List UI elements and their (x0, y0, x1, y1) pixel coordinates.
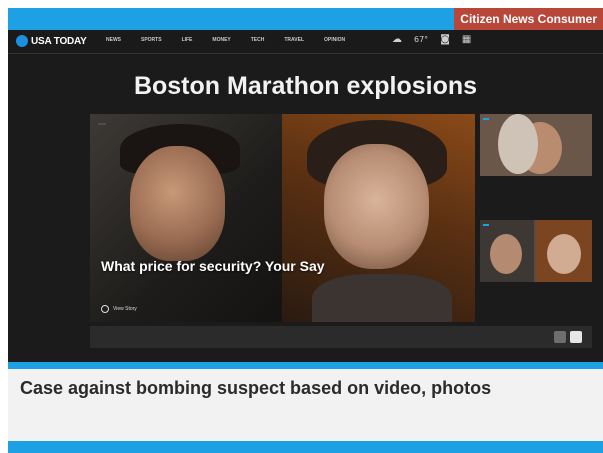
menu-grid-icon[interactable]: ▦ (462, 34, 471, 45)
weather-readout: 67° (414, 35, 429, 44)
article-title[interactable]: Case against bombing suspect based on vi… (20, 378, 491, 399)
cloud-icon[interactable]: ☁ (392, 34, 402, 45)
bottom-accent-band (8, 441, 603, 453)
top-accent-band: Citizen News Consumer (8, 8, 603, 30)
nav-item-news[interactable]: NEWS (106, 37, 121, 43)
side-story-image (480, 114, 592, 176)
bottom-bar-button[interactable] (570, 331, 582, 343)
nav-item-travel[interactable]: TRAVEL (284, 37, 304, 43)
view-story-link[interactable]: View Story (101, 305, 137, 313)
side-story-thumbnail (480, 114, 592, 176)
portrait-face (130, 146, 225, 261)
photo-overlay-title[interactable]: What price for security? Your Say (101, 258, 325, 274)
play-icon (101, 305, 109, 313)
view-story-label: View Story (113, 306, 137, 312)
camera-icon[interactable]: ◙ (440, 34, 450, 45)
side-story-thumbnail (480, 220, 592, 282)
nav-item-life[interactable]: LIFE (182, 37, 193, 43)
photo-left (90, 114, 282, 322)
article-header: Case against bombing suspect based on vi… (8, 369, 603, 441)
side-stories (480, 114, 592, 322)
brand-tag: Citizen News Consumer (454, 8, 603, 30)
nav-icons: ☁ 67° ◙ ▦ (392, 34, 471, 45)
site-nav-bar: USA TODAY NEWS SPORTS LIFE MONEY TECH TR… (8, 30, 603, 54)
bottom-bar-buttons (554, 331, 582, 343)
side-story-tag (483, 224, 489, 226)
divider-band (8, 362, 603, 369)
side-story-card[interactable] (480, 114, 592, 179)
side-story-tag (483, 118, 489, 120)
bottom-bar-button[interactable] (554, 331, 566, 343)
photo-right (282, 114, 475, 322)
nav-item-opinion[interactable]: OPINION (324, 37, 345, 43)
side-story-card[interactable] (480, 220, 592, 285)
logo-dot-icon (16, 35, 28, 47)
embedded-screenshot: USA TODAY NEWS SPORTS LIFE MONEY TECH TR… (8, 30, 603, 362)
page-headline: Boston Marathon explosions (133, 72, 478, 100)
photo-bottom-bar (90, 326, 592, 348)
photo-tag (98, 123, 106, 125)
nav-menu: NEWS SPORTS LIFE MONEY TECH TRAVEL OPINI… (106, 37, 345, 43)
portrait-shirt (312, 274, 452, 322)
nav-item-sports[interactable]: SPORTS (141, 37, 162, 43)
main-photo[interactable]: What price for security? Your Say View S… (90, 114, 475, 322)
site-logo[interactable]: USA TODAY (16, 35, 87, 47)
nav-item-tech[interactable]: TECH (251, 37, 265, 43)
portrait-face (324, 144, 429, 269)
side-story-image (480, 220, 592, 282)
nav-item-money[interactable]: MONEY (212, 37, 230, 43)
logo-text: USA TODAY (31, 35, 87, 47)
